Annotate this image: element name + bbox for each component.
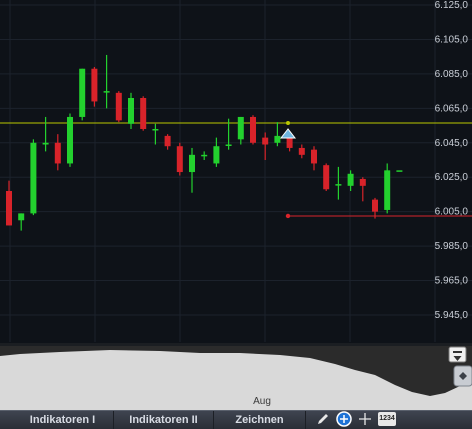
bottom-toolbar: Indikatoren I Indikatoren II Zeichnen xyxy=(0,410,472,429)
pencil-icon[interactable] xyxy=(315,411,331,427)
candle-body xyxy=(396,170,403,172)
y-tick-label: 5.985,0 xyxy=(435,241,469,252)
candle xyxy=(396,170,403,172)
candle-body xyxy=(384,170,391,210)
candle-body xyxy=(140,98,147,129)
candle-body xyxy=(115,92,122,121)
candle xyxy=(79,68,86,121)
candle xyxy=(323,163,330,191)
candle-body xyxy=(103,91,110,93)
tab-indikatoren-1[interactable]: Indikatoren I xyxy=(12,411,114,429)
candle-body xyxy=(128,98,134,124)
candle-body xyxy=(30,142,37,214)
y-tick-label: 6.105,0 xyxy=(435,34,469,45)
candle-body xyxy=(79,68,86,117)
candle xyxy=(67,113,73,167)
y-tick-label: 6.045,0 xyxy=(435,138,469,149)
candle-body xyxy=(372,199,378,212)
crosshair-icon[interactable] xyxy=(357,411,373,427)
scroll-down-button[interactable] xyxy=(448,346,467,363)
y-tick-label: 5.945,0 xyxy=(435,310,469,321)
tab-zeichnen[interactable]: Zeichnen xyxy=(214,411,306,429)
candle-body xyxy=(250,116,256,143)
candle-body xyxy=(18,213,25,221)
candle-body xyxy=(152,129,159,131)
candle-body xyxy=(201,154,208,157)
candle-body xyxy=(189,154,195,173)
candle xyxy=(176,142,183,176)
candle-body xyxy=(335,184,342,186)
crosshair-circle-icon[interactable] xyxy=(336,411,352,427)
candle xyxy=(384,163,391,214)
candle-body xyxy=(6,191,12,226)
candle-body xyxy=(213,146,220,164)
candle-body xyxy=(274,135,281,143)
y-tick-label: 6.065,0 xyxy=(435,103,469,114)
candle-body xyxy=(298,147,305,155)
candle-body xyxy=(262,137,269,145)
candle-body xyxy=(237,116,244,140)
candle xyxy=(140,96,147,131)
x-axis-label-aug: Aug xyxy=(253,396,271,407)
candle-body xyxy=(54,142,61,164)
pan-handle-icon[interactable] xyxy=(453,365,472,387)
y-tick-label: 6.025,0 xyxy=(435,172,469,183)
overview-panel[interactable] xyxy=(0,343,472,410)
candle-body xyxy=(67,116,73,164)
candle-body xyxy=(323,165,330,190)
candle-body xyxy=(42,142,49,145)
line-anchor-dot[interactable] xyxy=(286,120,290,125)
candle xyxy=(30,139,37,216)
candle-body xyxy=(164,135,171,147)
candle xyxy=(91,67,98,107)
candle-body xyxy=(225,144,232,146)
tab-indikatoren-2[interactable]: Indikatoren II xyxy=(114,411,214,429)
candle-body xyxy=(176,146,183,173)
line-anchor-dot[interactable] xyxy=(285,213,291,219)
candle-body xyxy=(311,149,317,164)
counter-badge[interactable]: 1234 xyxy=(378,412,396,426)
chart-window: 6.125,0 6.105,0 6.085,0 6.065,0 6.045,0 6.025… xyxy=(0,0,472,429)
candle xyxy=(128,92,134,129)
candle xyxy=(250,115,256,145)
y-tick-label: 6.085,0 xyxy=(435,69,469,80)
y-tick-label: 6.125,0 xyxy=(435,0,469,11)
candle xyxy=(115,91,122,123)
candle-body xyxy=(359,178,366,186)
candle-body xyxy=(347,173,354,186)
price-chart: 6.125,0 6.105,0 6.085,0 6.065,0 6.045,0 6.025… xyxy=(0,0,472,410)
y-tick-label: 5.965,0 xyxy=(435,276,469,287)
candle-body xyxy=(91,68,98,102)
